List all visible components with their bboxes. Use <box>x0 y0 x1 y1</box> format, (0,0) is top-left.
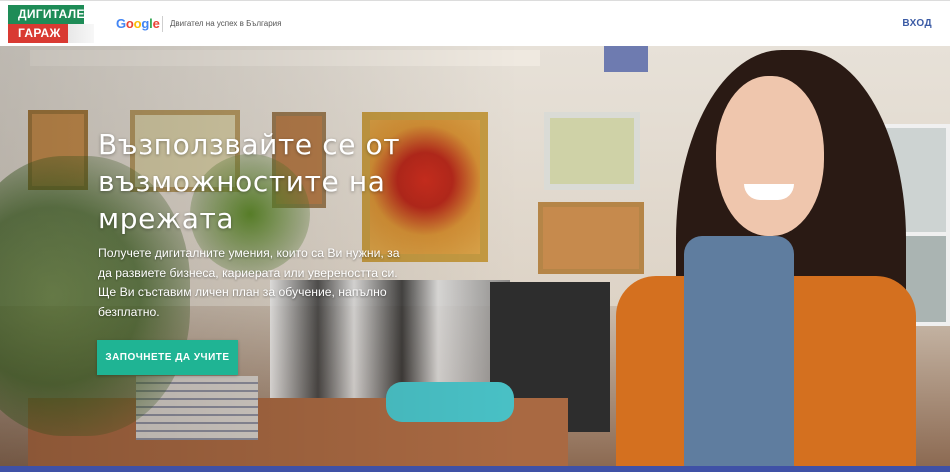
hero-background-painting <box>604 46 648 72</box>
login-link[interactable]: ВХОД <box>902 18 932 29</box>
logo-line-1: ДИГИТАЛЕН <box>8 5 93 24</box>
hero-background-painting <box>544 112 640 190</box>
google-letter-o1: o <box>125 16 134 31</box>
hero-person-face <box>716 76 824 236</box>
google-letter-e: e <box>152 16 160 31</box>
logo-line-2: ГАРАЖ <box>8 24 68 43</box>
logo-decoration <box>68 24 94 43</box>
hero-banner: Възползвайте се от възможностите на мреж… <box>0 46 950 466</box>
bottom-strip <box>0 466 950 472</box>
digital-garage-logo[interactable]: ДИГИТАЛЕН ГАРАЖ <box>8 5 94 43</box>
top-header: ДИГИТАЛЕН ГАРАЖ Google Двигател на успех… <box>0 0 950 46</box>
header-divider <box>162 16 163 32</box>
hero-person-jacket <box>790 276 916 466</box>
hero-title: Възползвайте се от възможностите на мреж… <box>98 128 401 235</box>
google-logo: Google <box>116 16 160 31</box>
start-learning-button[interactable]: ЗАПОЧНЕТЕ ДА УЧИТЕ <box>97 340 238 375</box>
header-tagline: Двигател на успех в България <box>170 19 282 28</box>
google-letter-g2: g <box>141 16 150 31</box>
hero-background-painting <box>538 202 644 274</box>
hero-description: Получете дигиталните умения, които са Ви… <box>98 246 400 319</box>
google-letter-g: G <box>116 16 126 31</box>
hero-person-shirt <box>684 236 794 466</box>
